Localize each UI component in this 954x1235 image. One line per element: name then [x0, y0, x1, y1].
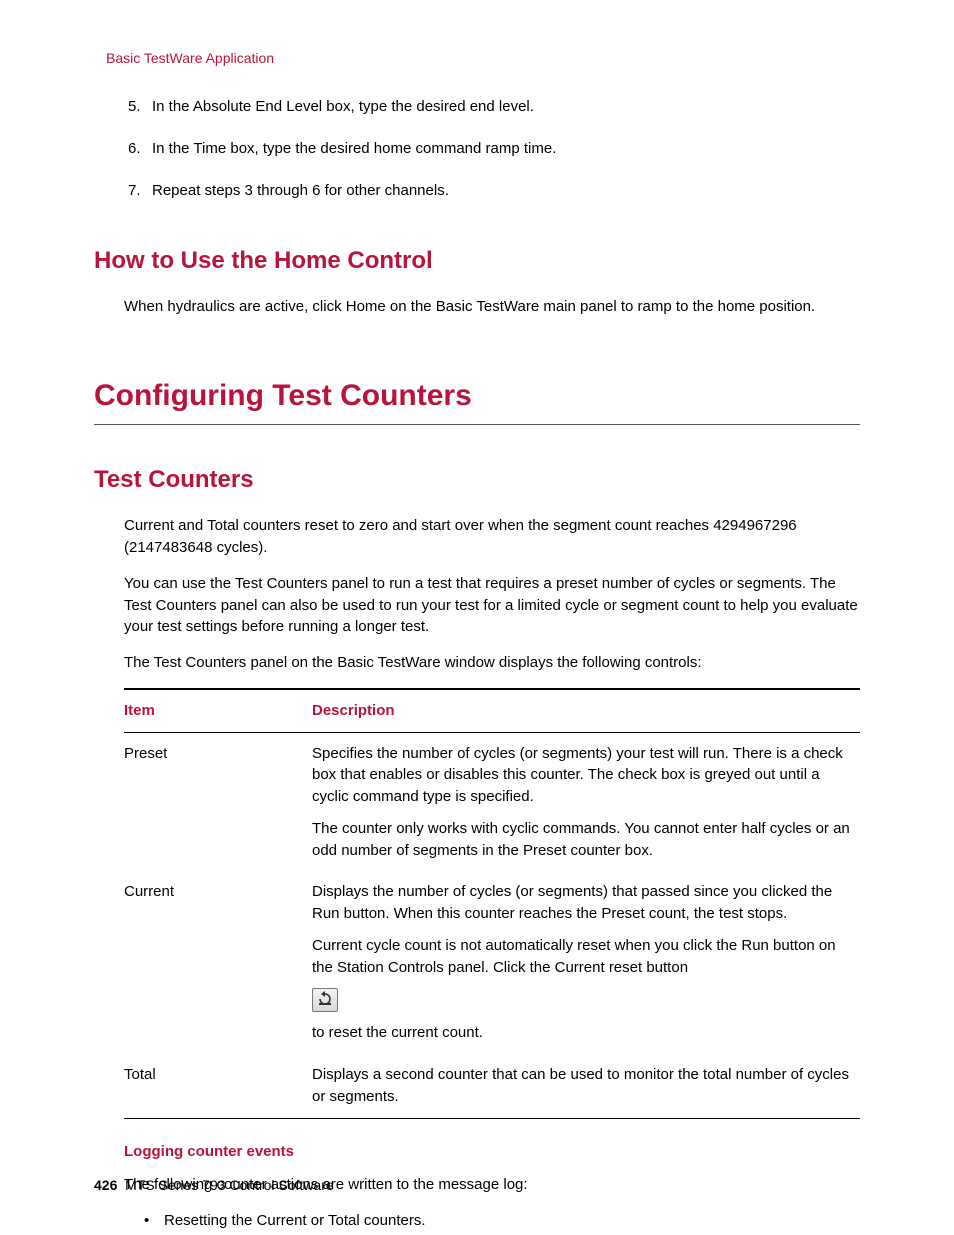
description-block: Displays a second counter that can be us… [312, 1064, 852, 1108]
table-cell-item: Current [124, 871, 312, 1054]
description-block: Current cycle count is not automatically… [312, 935, 852, 979]
table-header-item: Item [124, 689, 312, 732]
description-block: Specifies the number of cycles (or segme… [312, 743, 852, 808]
heading-test-counters: Test Counters [94, 463, 860, 498]
list-item: 7. Repeat steps 3 through 6 for other ch… [128, 180, 860, 202]
reset-icon[interactable] [312, 988, 338, 1012]
description-block: Displays the number of cycles (or segmen… [312, 881, 852, 925]
table-row: CurrentDisplays the number of cycles (or… [124, 871, 860, 1054]
numbered-steps: 5. In the Absolute End Level box, type t… [128, 96, 860, 201]
table-row: PresetSpecifies the number of cycles (or… [124, 732, 860, 871]
table-cell-item: Preset [124, 732, 312, 871]
list-item: 6. In the Time box, type the desired hom… [128, 138, 860, 160]
description-block: The counter only works with cyclic comma… [312, 818, 852, 862]
heading-home-control: How to Use the Home Control [94, 244, 860, 279]
page: Basic TestWare Application 5. In the Abs… [0, 0, 954, 1235]
bullet-icon: • [144, 1210, 164, 1232]
heading-configuring-test-counters: Configuring Test Counters [94, 374, 860, 425]
paragraph: Current and Total counters reset to zero… [124, 515, 860, 559]
running-header: Basic TestWare Application [106, 48, 860, 68]
paragraph: When hydraulics are active, click Home o… [124, 296, 860, 318]
bullet-list: • Resetting the Current or Total counter… [144, 1210, 860, 1232]
step-number: 5. [128, 96, 152, 118]
controls-table: Item Description PresetSpecifies the num… [124, 688, 860, 1119]
description-block [312, 988, 852, 1012]
table-cell-description: Specifies the number of cycles (or segme… [312, 732, 860, 871]
bullet-text: Resetting the Current or Total counters. [164, 1210, 426, 1232]
list-item: • Resetting the Current or Total counter… [144, 1210, 860, 1232]
list-item: 5. In the Absolute End Level box, type t… [128, 96, 860, 118]
table-cell-item: Total [124, 1054, 312, 1118]
step-number: 6. [128, 138, 152, 160]
subheading-logging-counter-events: Logging counter events [124, 1141, 860, 1163]
paragraph: You can use the Test Counters panel to r… [124, 573, 860, 638]
step-number: 7. [128, 180, 152, 202]
table-cell-description: Displays a second counter that can be us… [312, 1054, 860, 1118]
table-cell-description: Displays the number of cycles (or segmen… [312, 871, 860, 1054]
table-header-description: Description [312, 689, 860, 732]
page-number: 426 [94, 1177, 117, 1193]
step-text: In the Absolute End Level box, type the … [152, 96, 534, 118]
step-text: In the Time box, type the desired home c… [152, 138, 556, 160]
footer-title: MTS Series 793 Control Software [125, 1177, 334, 1193]
step-text: Repeat steps 3 through 6 for other chann… [152, 180, 449, 202]
paragraph: The Test Counters panel on the Basic Tes… [124, 652, 860, 674]
table-row: TotalDisplays a second counter that can … [124, 1054, 860, 1118]
page-footer: 426 MTS Series 793 Control Software [94, 1175, 334, 1195]
description-block: to reset the current count. [312, 1022, 852, 1044]
